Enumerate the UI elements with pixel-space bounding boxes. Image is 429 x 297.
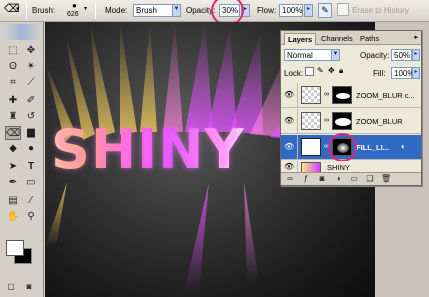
slice-icon[interactable]: ⟋: [23, 76, 39, 90]
divider: [95, 2, 96, 19]
dodge-icon[interactable]: ●: [23, 142, 39, 156]
lasso-icon[interactable]: ʘ: [5, 60, 21, 74]
move-icon[interactable]: ✥: [23, 44, 39, 58]
tab-channels[interactable]: Channels: [318, 33, 356, 45]
standard-mode-icon[interactable]: ▢: [4, 280, 18, 294]
eye-icon: 👁︎: [284, 142, 295, 151]
blend-mode-value: Normal: [287, 51, 313, 60]
shiny-text: SHINY: [51, 118, 245, 181]
flow-value: 100%: [282, 6, 303, 15]
brush-label: Brush:: [32, 6, 56, 15]
layer-opacity-input[interactable]: 50%: [391, 49, 412, 61]
layer-name: SHINY: [327, 163, 350, 172]
mode-value: Brush: [136, 6, 157, 15]
chevron-down-icon: ▼: [172, 4, 181, 17]
lock-image-icon[interactable]: ✎: [317, 66, 324, 75]
layer-name: FILL_LI...: [356, 143, 389, 152]
layer-name: ZOOM_BLUR: [356, 117, 403, 126]
gradient-icon[interactable]: ▆: [23, 126, 39, 140]
mode-select[interactable]: Brush ▼: [133, 4, 181, 17]
flow-label: Flow:: [257, 6, 277, 15]
palette-tabs: Layers Channels Paths ▸: [281, 31, 421, 45]
layers-bottom-bar: ∞ ƒ ◙ ◑ ▭ ❏ 🗑︎: [281, 172, 421, 185]
new-layer-icon[interactable]: ❏: [365, 174, 375, 184]
brush-dot-icon: ●: [72, 1, 77, 10]
add-mask-icon[interactable]: ◙: [317, 174, 327, 184]
chevron-down-icon: ▾: [84, 6, 88, 12]
shape-icon[interactable]: ▭: [23, 176, 39, 190]
layer-mask-thumbnail[interactable]: [332, 112, 352, 130]
path-selection-icon[interactable]: ➤: [5, 160, 21, 174]
visibility-toggle[interactable]: 👁︎: [281, 109, 298, 134]
erase-history-checkbox[interactable]: [337, 3, 349, 16]
toolbox: ⬚ ✥ ʘ ✴ ⌗ ⟋ ✚ ✐ ♜ ↺ ⌫ ▆ ◆ ● ➤ T ✒ ▭ ▤ ⁄ …: [0, 22, 44, 297]
layer-row[interactable]: 👁︎ ∞ ZOOM_BLUR c...: [281, 83, 421, 108]
erase-history-label: Erase to History: [352, 6, 409, 15]
brush-icon[interactable]: ✐: [23, 94, 39, 108]
tab-layers[interactable]: Layers: [284, 33, 317, 45]
pen-icon[interactable]: ✒: [5, 176, 21, 190]
clone-stamp-icon[interactable]: ♜: [5, 110, 21, 124]
flow-slider-arrow-icon[interactable]: ▸: [304, 4, 313, 17]
layer-opacity-value: 50%: [394, 51, 411, 60]
tab-paths[interactable]: Paths: [357, 33, 382, 45]
magic-wand-icon[interactable]: ✴: [23, 60, 39, 74]
airbrush-icon[interactable]: ✎: [318, 3, 332, 18]
zoom-icon[interactable]: ⚲: [23, 210, 39, 224]
visibility-toggle[interactable]: 👁︎: [281, 135, 298, 160]
options-bar: ⌫ ▾ Brush: ● 626 ▾ Mode: Brush ▼ Opacity…: [0, 0, 429, 26]
eye-icon: 👁︎: [284, 90, 295, 99]
layer-opacity-label: Opacity:: [360, 51, 390, 60]
flow-input[interactable]: 100%: [279, 4, 303, 17]
brush-size: 626: [67, 11, 79, 18]
lock-all-icon[interactable]: 🔒︎: [339, 66, 343, 76]
adjustment-layer-icon[interactable]: ◑: [333, 174, 343, 184]
fill-input[interactable]: 100%: [391, 67, 414, 79]
fill-layer-thumbnail: [301, 138, 321, 156]
add-style-icon[interactable]: ƒ: [301, 174, 311, 184]
eraser-icon[interactable]: ⌫: [5, 126, 21, 140]
eye-icon: 👁︎: [284, 162, 295, 171]
opacity-slider-arrow-icon[interactable]: ▸: [412, 49, 420, 61]
link-icon: ∞: [324, 91, 329, 98]
notes-icon[interactable]: ▤: [5, 194, 21, 208]
highlight-circle-mask: [328, 133, 357, 162]
fill-label: Fill:: [373, 69, 386, 78]
brush-picker[interactable]: ● 626 ▾: [63, 1, 89, 21]
lock-position-icon[interactable]: ✥: [328, 66, 335, 75]
eye-icon: 👁︎: [284, 116, 295, 125]
fill-slider-arrow-icon[interactable]: ▸: [412, 67, 420, 79]
layer-name: ZOOM_BLUR c...: [356, 91, 415, 100]
layer-mask-thumbnail[interactable]: [332, 86, 352, 104]
marquee-icon[interactable]: ⬚: [5, 44, 21, 58]
palette-menu-icon[interactable]: ▸: [414, 33, 418, 41]
layers-palette: Layers Channels Paths ▸ Normal ▼ Opacity…: [280, 30, 422, 186]
layer-effects-icon[interactable]: ◐: [401, 142, 406, 151]
feather-logo: [3, 24, 41, 40]
lock-label: Lock:: [284, 69, 304, 78]
healing-brush-icon[interactable]: ✚: [5, 94, 21, 108]
lock-transparency-checkbox[interactable]: [305, 67, 314, 76]
layer-thumbnail: [301, 86, 321, 104]
divider: [26, 2, 27, 19]
visibility-toggle[interactable]: 👁︎: [281, 83, 298, 108]
new-group-icon[interactable]: ▭: [349, 174, 359, 184]
blur-icon[interactable]: ◆: [5, 142, 21, 156]
tool-preset-arrow-icon[interactable]: ▾: [16, 4, 20, 15]
foreground-color-swatch[interactable]: [6, 240, 24, 256]
link-icon: ∞: [324, 117, 329, 124]
type-icon[interactable]: T: [23, 160, 39, 174]
crop-icon[interactable]: ⌗: [5, 76, 21, 90]
layer-thumbnail: [301, 112, 321, 130]
quick-mask-icon[interactable]: ◙: [22, 280, 36, 294]
layer-row[interactable]: 👁︎ ∞ ZOOM_BLUR: [281, 109, 421, 134]
blend-mode-select[interactable]: Normal ▼: [284, 49, 340, 61]
eyedropper-icon[interactable]: ⁄: [23, 194, 39, 208]
history-brush-icon[interactable]: ↺: [23, 110, 39, 124]
trash-icon[interactable]: 🗑︎: [381, 174, 391, 184]
link-layers-icon[interactable]: ∞: [285, 174, 295, 184]
mode-label: Mode:: [105, 6, 128, 15]
chevron-down-icon: ▼: [331, 49, 340, 61]
hand-icon[interactable]: ✋: [5, 210, 21, 224]
